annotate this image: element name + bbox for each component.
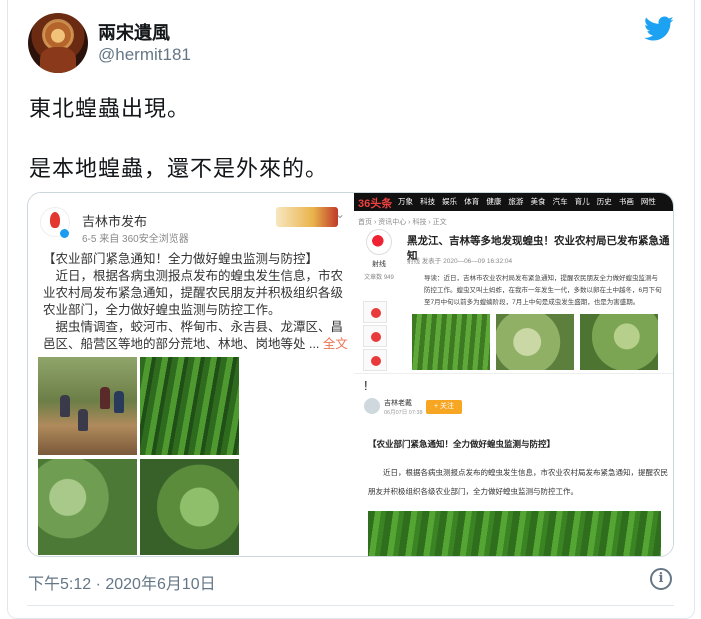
chevron-down-icon: ⌄ [335,207,346,221]
tweet-text-line-1: 東北蝗蟲出現。 [29,96,191,121]
toutiao-article-lead: 导读：近日，吉林市农业农村局发布紧急通知，提醒农民朋友全力做好蝗虫监测与防控工作… [424,275,662,306]
toutiao-logo: 36头条 [358,198,393,210]
avatar-figure [40,47,76,73]
article-photo-2 [496,314,574,370]
author-name[interactable]: 兩宋遺風 [98,19,170,45]
wukong-follow-button: + 关注 [426,400,462,414]
toutiao-top-bar: 36头条 万象 科技 娱乐 体育 健康 旅游 美食 汽车 育儿 历史 书画 网性 [354,193,673,211]
weibo-account-logo [40,207,70,239]
author-handle[interactable]: @hermit181 [98,45,191,65]
twitter-bird-icon[interactable] [644,16,674,42]
toutiao-nav: 万象 科技 娱乐 体育 健康 旅游 美食 汽车 育儿 历史 书画 网性 [398,197,656,206]
info-icon[interactable]: i [650,568,672,590]
weibo-photo-crops [140,459,239,555]
weibo-post-body: 【农业部门紧急通知！全力做好蝗虫监测与防控】 近日，根据各病虫测报点发布的蝗虫发… [43,251,348,353]
weibo-more-link: 全文 [322,337,348,351]
author-avatar[interactable] [28,13,88,73]
article-photo-1 [412,314,490,370]
toutiao-source-card: 射线 文章数 949 [361,229,397,291]
wechat-share-icon [363,301,387,323]
wukong-post-time: 06月07日 07:38 [384,410,423,416]
toutiao-article-date: 射线 发表于 2020—06—09 16:32:04 [407,258,513,265]
source-name: 射线 [372,261,386,268]
wukong-photo-grass [368,511,661,556]
weibo-post-text: 【农业部门紧急通知！全力做好蝗虫监测与防控】 近日，根据各病虫测报点发布的蝗虫发… [43,252,344,351]
wukong-exclamation: ! [364,378,368,393]
weibo-banner-image [276,207,338,227]
divider [27,605,674,606]
source-logo [366,229,392,255]
weibo-account-name: 吉林市发布 [82,214,148,229]
tweet-timestamp[interactable]: 下午5:12 · 2020年6月10日 [28,570,216,594]
weibo-post-meta: 6-5 来自 360安全浏览器 [82,234,189,245]
share-icons [363,301,389,373]
wukong-post-title: 【农业部门紧急通知！全力做好蝗虫监测与防控】 [368,439,556,449]
tweet-text-line-2: 是本地蝗蟲，還不是外來的。 [29,156,329,181]
wukong-author-avatar [364,398,380,414]
favorite-icon [363,349,387,371]
news-screenshot[interactable]: 36头条 万象 科技 娱乐 体育 健康 旅游 美食 汽车 育儿 历史 书画 网性… [354,193,673,556]
wukong-post: ! 吉林老戴 06月07日 07:38 + 关注 【农业部门紧急通知！全力做好蝗… [354,373,673,556]
weibo-photo-damaged-leaf [38,459,137,555]
weibo-photo-locust-on-grass [140,357,239,455]
tweet-media-attachment[interactable]: 吉林市发布 6-5 来自 360安全浏览器 ⌄ 【农业部门紧急通知！全力做好蝗虫… [27,192,674,557]
wukong-post-paragraph: 近日，根据各病虫测报点发布的蝗虫发生信息，市农业农村局发布紧急通知，提醒农民朋友… [368,468,668,496]
weibo-screenshot[interactable]: 吉林市发布 6-5 来自 360安全浏览器 ⌄ 【农业部门紧急通知！全力做好蝗虫… [28,193,354,556]
wukong-author-name: 吉林老戴 [384,400,412,407]
weibo-photo-farmers [38,357,137,455]
weibo-share-icon [363,325,387,347]
article-photo-3 [580,314,658,370]
source-article-count: 文章数 949 [364,275,394,281]
toutiao-breadcrumb: 首页 › 资讯中心 › 科技 › 正文 [358,219,447,226]
